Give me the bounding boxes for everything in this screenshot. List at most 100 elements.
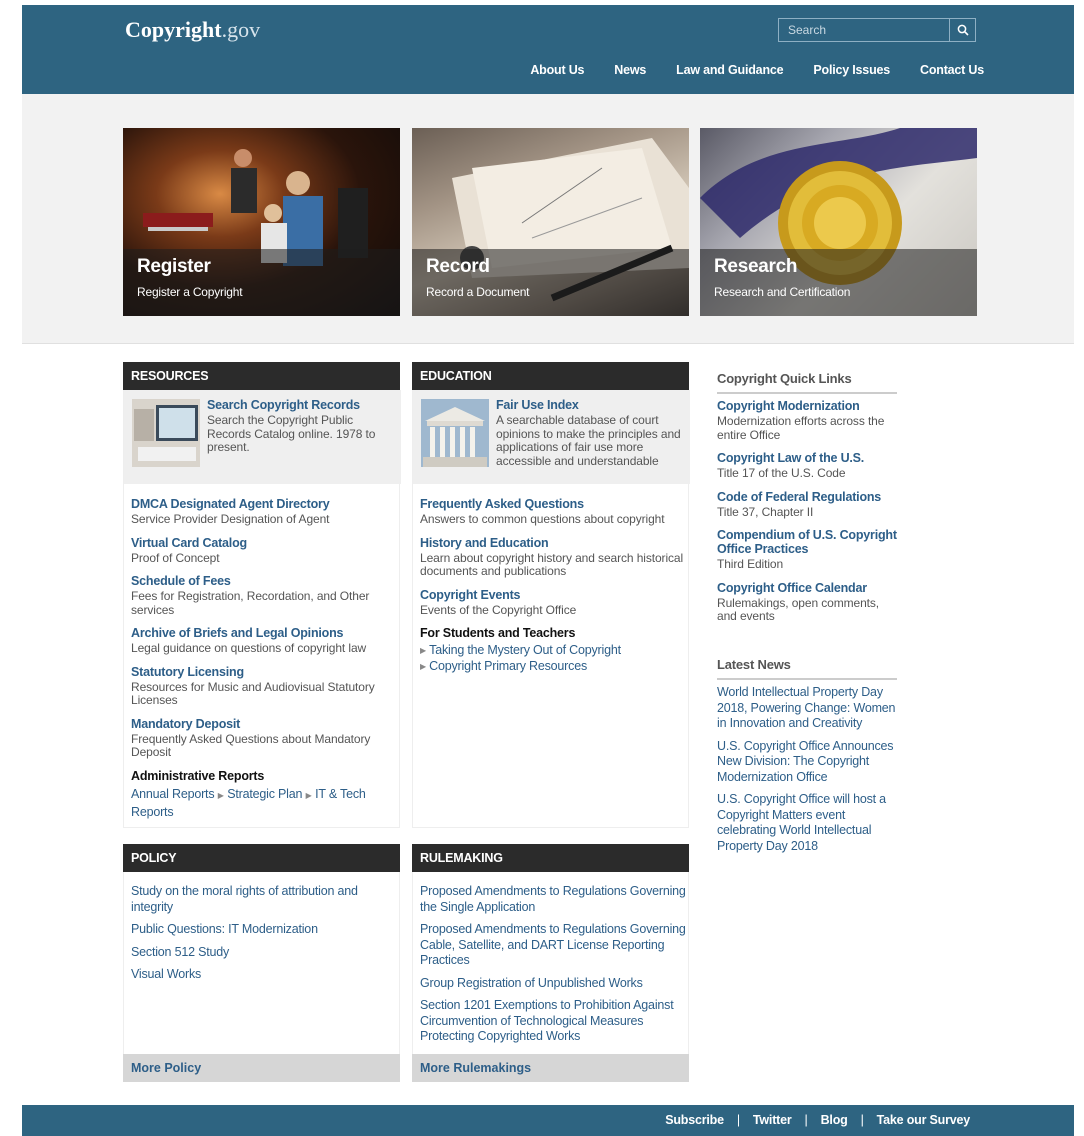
resources-item-title[interactable]: Mandatory Deposit xyxy=(131,717,397,731)
nav-law-and-guidance[interactable]: Law and Guidance xyxy=(676,63,783,77)
blog-link[interactable]: Blog xyxy=(821,1113,848,1127)
tile-register[interactable]: Register Register a Copyright xyxy=(123,128,400,316)
quick-link-title[interactable]: Copyright Law of the U.S. xyxy=(717,451,899,465)
more-policy-link[interactable]: More Policy xyxy=(123,1054,400,1082)
resources-item-title[interactable]: DMCA Designated Agent Directory xyxy=(131,497,397,511)
education-heading: EDUCATION xyxy=(412,362,689,390)
rulemaking-item-link[interactable]: Section 1201 Exemptions to Prohibition A… xyxy=(420,998,686,1045)
quick-link-desc: Rulemakings, open comments, and events xyxy=(717,595,880,623)
news-item-link[interactable]: U.S. Copyright Office Announces New Divi… xyxy=(717,739,899,786)
nav-about-us[interactable]: About Us xyxy=(530,63,584,77)
fair-use-index-link[interactable]: Fair Use Index xyxy=(496,398,686,412)
education-feature: Fair Use Index A searchable database of … xyxy=(413,390,690,484)
administrative-reports-heading: Administrative Reports xyxy=(131,768,265,783)
education-item-desc: Learn about copyright history and search… xyxy=(420,550,684,578)
nav-news[interactable]: News xyxy=(614,63,646,77)
resources-feature: Search Copyright Records Search the Copy… xyxy=(124,390,401,484)
rulemaking-heading: RULEMAKING xyxy=(412,844,689,872)
triangle-right-icon: ▶ xyxy=(217,790,224,800)
news-item-link[interactable]: World Intellectual Property Day 2018, Po… xyxy=(717,685,899,732)
tile-title: Research xyxy=(714,256,798,277)
tile-subtitle: Record a Document xyxy=(426,285,530,299)
site-footer: Subscribe | Twitter | Blog | Take our Survey xyxy=(22,1105,1074,1136)
education-item-title[interactable]: History and Education xyxy=(420,536,686,550)
latest-news-list: World Intellectual Property Day 2018, Po… xyxy=(717,685,899,854)
policy-item-link[interactable]: Public Questions: IT Modernization xyxy=(131,922,393,938)
rulemaking-panel: Proposed Amendments to Regulations Gover… xyxy=(412,872,689,1082)
resources-item-desc: Resources for Music and Audiovisual Stat… xyxy=(131,679,375,707)
nav-policy-issues[interactable]: Policy Issues xyxy=(813,63,890,77)
more-rulemakings-link[interactable]: More Rulemakings xyxy=(412,1054,689,1082)
quick-link-title[interactable]: Copyright Modernization xyxy=(717,399,899,413)
site-logo[interactable]: Copyright.gov xyxy=(125,17,260,43)
resources-item-desc: Service Provider Designation of Agent xyxy=(131,512,330,526)
footer-separator: | xyxy=(860,1113,864,1127)
quick-link-desc: Third Edition xyxy=(717,557,784,571)
taking-mystery-link[interactable]: Taking the Mystery Out of Copyright xyxy=(429,643,621,659)
feature-description: A searchable database of court opinions … xyxy=(496,413,681,468)
take-our-survey-link[interactable]: Take our Survey xyxy=(877,1113,971,1127)
tile-title: Record xyxy=(426,256,490,277)
latest-news-heading: Latest News xyxy=(717,657,897,680)
resources-list: DMCA Designated Agent Directory Service … xyxy=(131,497,397,820)
policy-item-link[interactable]: Section 512 Study xyxy=(131,945,393,961)
supreme-court-thumbnail xyxy=(421,399,489,467)
tile-research[interactable]: Research Research and Certification xyxy=(700,128,977,316)
tile-subtitle: Research and Certification xyxy=(714,285,851,299)
quick-link-desc: Modernization efforts across the entire … xyxy=(717,414,885,442)
education-list: Frequently Asked Questions Answers to co… xyxy=(420,497,686,674)
news-item-link[interactable]: U.S. Copyright Office will host a Copyri… xyxy=(717,792,899,854)
rulemaking-item-link[interactable]: Group Registration of Unpublished Works xyxy=(420,976,686,992)
policy-item-link[interactable]: Study on the moral rights of attribution… xyxy=(131,884,393,915)
logo-main: Copyright xyxy=(125,17,222,42)
education-item-title[interactable]: Frequently Asked Questions xyxy=(420,497,686,511)
students-teachers-links: ▶ Taking the Mystery Out of Copyright ▶ … xyxy=(420,643,686,674)
footer-separator: | xyxy=(804,1113,808,1127)
search-button[interactable] xyxy=(949,19,975,41)
quick-links-list: Copyright Modernization Modernization ef… xyxy=(717,399,899,633)
resources-panel: Search Copyright Records Search the Copy… xyxy=(123,390,401,828)
logo-suffix: .gov xyxy=(221,17,261,42)
resources-item-desc: Proof of Concept xyxy=(131,550,220,565)
tile-title: Register xyxy=(137,256,211,277)
footer-separator: | xyxy=(736,1113,740,1127)
feature-description: Search the Copyright Public Records Cata… xyxy=(207,413,376,454)
quick-link-desc: Title 37, Chapter II xyxy=(717,504,814,519)
resources-item-desc: Fees for Registration, Recordation, and … xyxy=(131,589,370,617)
tile-subtitle: Register a Copyright xyxy=(137,285,243,299)
triangle-right-icon: ▶ xyxy=(420,661,427,671)
search-input[interactable] xyxy=(779,19,949,41)
quick-link-title[interactable]: Copyright Office Calendar xyxy=(717,581,899,595)
hero-band: Register Register a Copyright Record Rec… xyxy=(22,94,1074,344)
nav-contact-us[interactable]: Contact Us xyxy=(920,63,984,77)
rulemaking-list: Proposed Amendments to Regulations Gover… xyxy=(420,884,686,1045)
rulemaking-item-link[interactable]: Proposed Amendments to Regulations Gover… xyxy=(420,922,686,969)
annual-reports-link[interactable]: Annual Reports xyxy=(131,787,215,801)
resources-item-title[interactable]: Archive of Briefs and Legal Opinions xyxy=(131,626,397,640)
search-copyright-records-link[interactable]: Search Copyright Records xyxy=(207,398,397,412)
administrative-reports-links: Annual Reports ▶ Strategic Plan ▶ IT & T… xyxy=(131,786,393,821)
education-item-desc: Events of the Copyright Office xyxy=(420,602,577,617)
policy-item-link[interactable]: Visual Works xyxy=(131,967,393,983)
primary-resources-link[interactable]: Copyright Primary Resources xyxy=(429,659,587,675)
resources-item-desc: Frequently Asked Questions about Mandato… xyxy=(131,731,371,759)
policy-panel: Study on the moral rights of attribution… xyxy=(123,872,400,1082)
strategic-plan-link[interactable]: Strategic Plan xyxy=(227,787,302,801)
triangle-right-icon: ▶ xyxy=(305,790,312,800)
resources-item-title[interactable]: Virtual Card Catalog xyxy=(131,536,397,550)
resources-heading: RESOURCES xyxy=(123,362,400,390)
resources-item-title[interactable]: Statutory Licensing xyxy=(131,665,397,679)
records-search-thumbnail xyxy=(132,399,200,467)
tile-record[interactable]: Record Record a Document xyxy=(412,128,689,316)
education-item-title[interactable]: Copyright Events xyxy=(420,588,686,602)
quick-link-title[interactable]: Compendium of U.S. Copyright Office Prac… xyxy=(717,528,899,556)
twitter-link[interactable]: Twitter xyxy=(753,1113,792,1127)
rulemaking-item-link[interactable]: Proposed Amendments to Regulations Gover… xyxy=(420,884,686,915)
policy-heading: POLICY xyxy=(123,844,400,872)
quick-links-heading: Copyright Quick Links xyxy=(717,371,897,394)
quick-link-title[interactable]: Code of Federal Regulations xyxy=(717,490,899,504)
main-nav: About Us News Law and Guidance Policy Is… xyxy=(500,63,984,77)
resources-item-title[interactable]: Schedule of Fees xyxy=(131,574,397,588)
subscribe-link[interactable]: Subscribe xyxy=(665,1113,724,1127)
resources-item-desc: Legal guidance on questions of copyright… xyxy=(131,641,367,655)
